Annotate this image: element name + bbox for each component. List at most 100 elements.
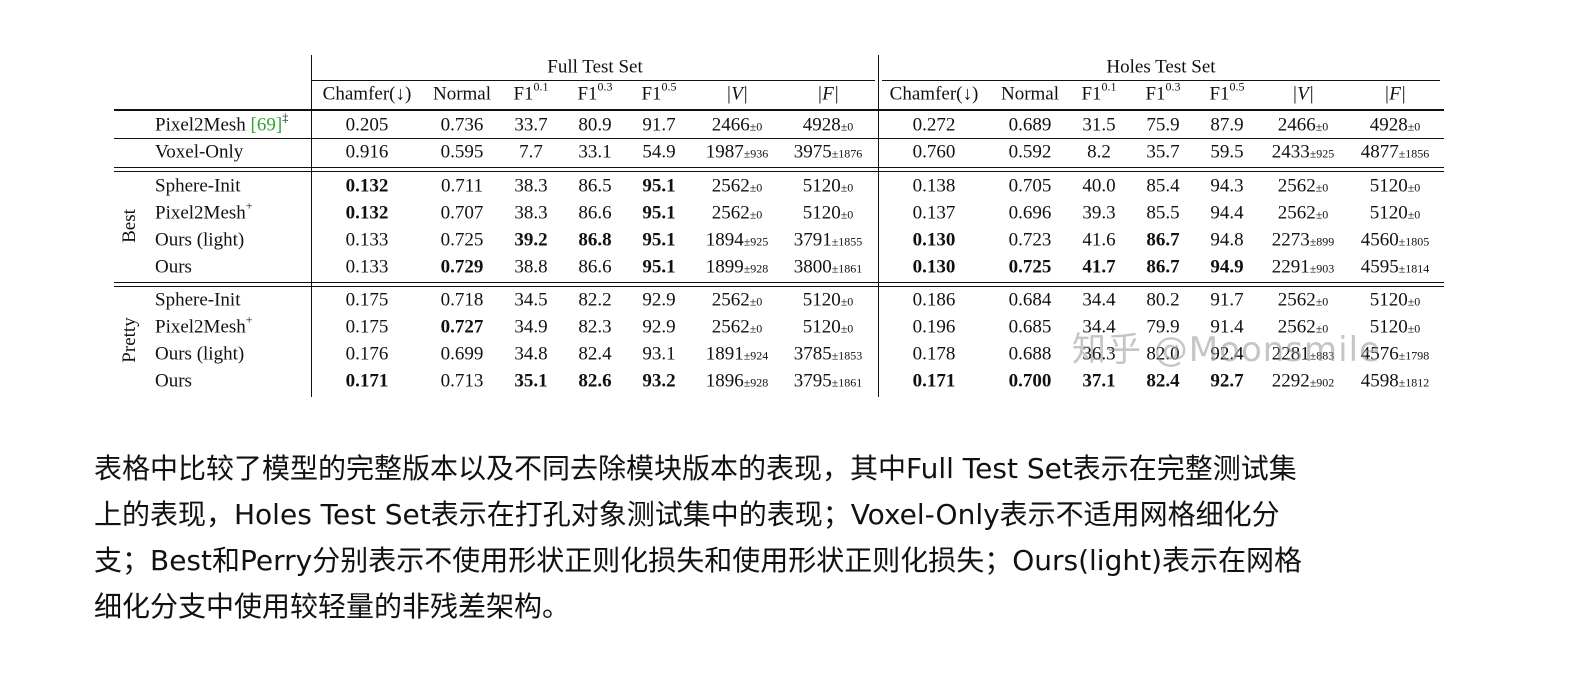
table-cell: 39.2 — [514, 229, 548, 251]
table-cell: 95.1 — [642, 202, 676, 224]
table-rule — [114, 138, 1444, 139]
table-cell: 86.6 — [578, 256, 612, 278]
table-cell: 0.130 — [912, 256, 956, 278]
table-cell: 1896±928 — [705, 370, 769, 392]
method-name: Ours (light) — [155, 343, 245, 365]
table-cell: 93.2 — [642, 370, 676, 392]
table-cell: 80.9 — [578, 114, 612, 136]
table-cell: 34.5 — [514, 289, 548, 311]
group-header: Full Test Set — [547, 56, 643, 78]
table-cell: 0.699 — [440, 343, 484, 365]
table-cell: 0.725 — [1008, 256, 1052, 278]
table-cell: 3975±1876 — [793, 141, 863, 163]
table-cell: 54.9 — [642, 141, 676, 163]
table-cell: 0.713 — [440, 370, 484, 392]
caption-line: 上的表现，Holes Test Set表示在打孔对象测试集中的表现；Voxel-… — [94, 498, 1280, 531]
table-cell: 38.3 — [514, 175, 548, 197]
table-rule — [882, 80, 1440, 81]
table-cell: 94.8 — [1210, 229, 1244, 251]
table-cell: 34.4 — [1082, 289, 1116, 311]
table-cell: 2292±902 — [1271, 370, 1335, 392]
table-cell: 0.205 — [345, 114, 389, 136]
table-cell: 86.7 — [1146, 256, 1180, 278]
table-cell: 5120±0 — [1369, 175, 1421, 197]
table-cell: 5120±0 — [1369, 289, 1421, 311]
table-cell: 0.175 — [345, 316, 389, 338]
table-cell: 0.130 — [912, 229, 956, 251]
table-cell: 2466±0 — [1277, 114, 1329, 136]
table-cell: 0.171 — [345, 370, 389, 392]
table-cell: 33.7 — [514, 114, 548, 136]
table-cell: 86.7 — [1146, 229, 1180, 251]
table-cell: 40.0 — [1082, 175, 1116, 197]
table-cell: 2466±0 — [711, 114, 763, 136]
table-cell: 93.1 — [642, 343, 676, 365]
table-cell: 0.718 — [440, 289, 484, 311]
group-header: Holes Test Set — [1106, 56, 1216, 78]
table-cell: 0.916 — [345, 141, 389, 163]
method-name: Pixel2Mesh [69]‡ — [155, 110, 289, 136]
table-cell: 3800±1861 — [793, 256, 863, 278]
table-cell: 82.3 — [578, 316, 612, 338]
table-cell: 5120±0 — [802, 202, 854, 224]
table-cell: 86.6 — [578, 202, 612, 224]
table-vrule — [878, 55, 879, 397]
table-cell: 41.6 — [1082, 229, 1116, 251]
column-header: F10.3 — [1145, 79, 1181, 105]
table-cell: 0.688 — [1008, 343, 1052, 365]
table-cell: 37.1 — [1082, 370, 1116, 392]
table-cell: 0.705 — [1008, 175, 1052, 197]
table-cell: 35.1 — [514, 370, 548, 392]
table-cell: 0.592 — [1008, 141, 1052, 163]
table-cell: 2291±903 — [1271, 256, 1335, 278]
table-cell: 0.133 — [345, 229, 389, 251]
column-header: Chamfer(↓) — [322, 83, 412, 105]
table-cell: 4928±0 — [802, 114, 854, 136]
table-cell: 1891±924 — [705, 343, 769, 365]
row-group-label: Best — [119, 209, 140, 243]
table-cell: 2562±0 — [1277, 289, 1329, 311]
column-header: |F| — [816, 83, 840, 105]
table-cell: 92.9 — [642, 289, 676, 311]
table-cell: 7.7 — [519, 141, 543, 163]
table-cell: 1894±925 — [705, 229, 769, 251]
table-cell: 34.9 — [514, 316, 548, 338]
table-rule — [114, 109, 1444, 111]
table-cell: 95.1 — [642, 229, 676, 251]
table-rule — [114, 167, 1444, 168]
table-cell: 0.689 — [1008, 114, 1052, 136]
table-rule — [114, 171, 1444, 172]
table-cell: 0.186 — [912, 289, 956, 311]
table-cell: 0.696 — [1008, 202, 1052, 224]
column-header: F10.1 — [1081, 79, 1117, 105]
table-cell: 0.137 — [912, 202, 956, 224]
column-header: Normal — [1000, 83, 1060, 105]
table-cell: 2562±0 — [711, 202, 763, 224]
table-cell: 5120±0 — [802, 316, 854, 338]
table-vrule — [311, 55, 312, 397]
table-cell: 2562±0 — [711, 316, 763, 338]
table-cell: 0.196 — [912, 316, 956, 338]
table-cell: 0.272 — [912, 114, 956, 136]
table-cell: 4560±1805 — [1360, 229, 1430, 251]
table-cell: 0.684 — [1008, 289, 1052, 311]
table-cell: 0.736 — [440, 114, 484, 136]
watermark: 知乎 @Moonsmile — [1072, 330, 1381, 370]
table-cell: 39.3 — [1082, 202, 1116, 224]
method-name: Voxel-Only — [155, 141, 244, 163]
method-name: Ours — [155, 256, 192, 278]
caption-line: 支；Best和Perry分别表示不使用形状正则化损失和使用形状正则化损失；Our… — [94, 544, 1303, 577]
table-cell: 5120±0 — [802, 289, 854, 311]
table-cell: 91.7 — [642, 114, 676, 136]
table-cell: 0.176 — [345, 343, 389, 365]
column-header: F10.5 — [641, 79, 677, 105]
table-cell: 0.133 — [345, 256, 389, 278]
table-cell: 92.7 — [1210, 370, 1244, 392]
method-name: Sphere-Init — [155, 289, 241, 311]
table-cell: 2562±0 — [711, 175, 763, 197]
table-cell: 86.8 — [578, 229, 612, 251]
table-cell: 0.727 — [440, 316, 484, 338]
column-header: |V| — [1291, 83, 1315, 105]
table-cell: 94.3 — [1210, 175, 1244, 197]
table-cell: 87.9 — [1210, 114, 1244, 136]
